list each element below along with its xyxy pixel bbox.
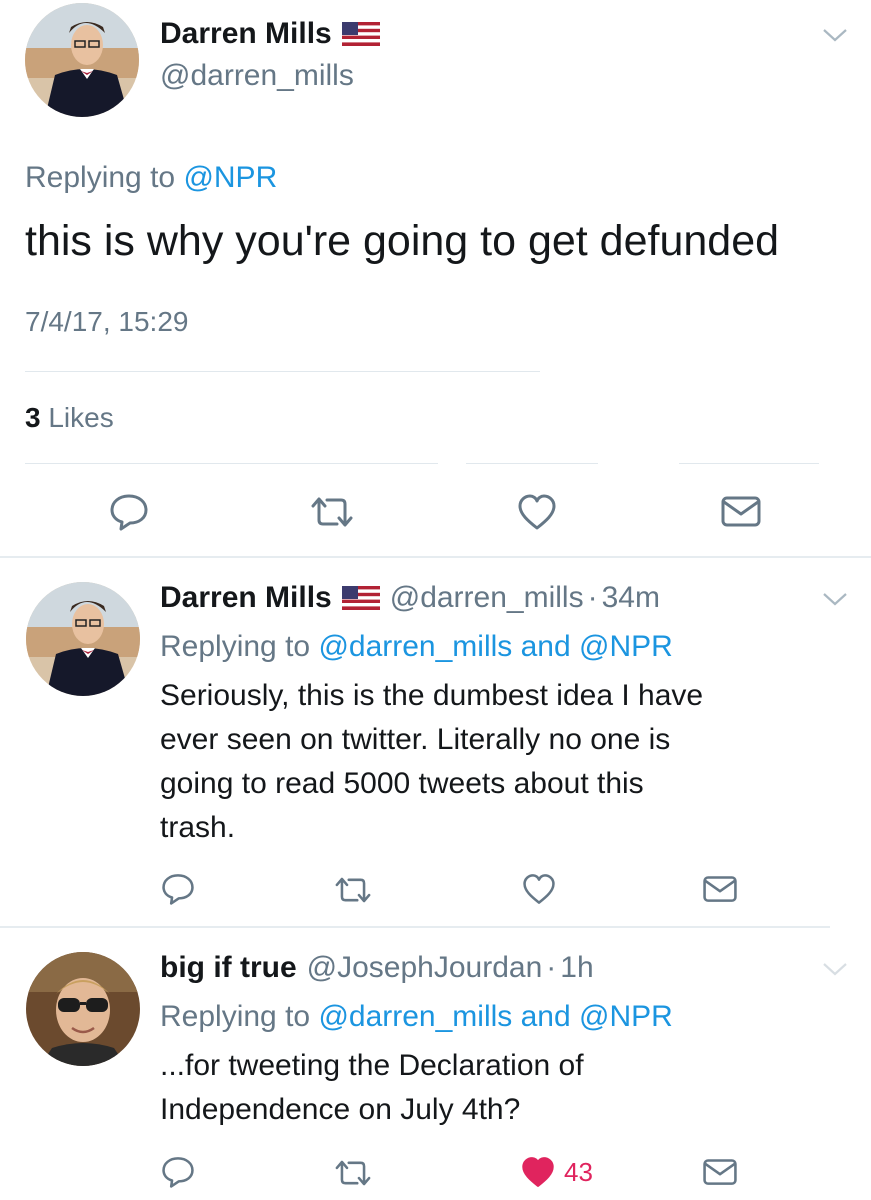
author-handle[interactable]: @darren_mills bbox=[160, 56, 354, 96]
divider bbox=[25, 371, 540, 372]
author-name[interactable]: Darren Mills bbox=[160, 581, 332, 615]
separator-dot: · bbox=[546, 951, 557, 984]
reply-text-line: going to read 5000 tweets about this bbox=[160, 767, 644, 800]
likes-count: 3 bbox=[25, 402, 41, 433]
avatar[interactable] bbox=[26, 582, 140, 696]
direct-message-icon[interactable] bbox=[720, 494, 762, 530]
replying-prefix: Replying to bbox=[160, 630, 311, 663]
reply-icon[interactable] bbox=[160, 1155, 196, 1189]
direct-message-icon[interactable] bbox=[702, 1157, 738, 1188]
replying-to-link[interactable]: @NPR bbox=[183, 161, 277, 194]
reply-icon[interactable] bbox=[108, 492, 150, 532]
like-icon[interactable] bbox=[516, 492, 558, 532]
like-button[interactable]: 43 bbox=[520, 1154, 593, 1190]
reply-text-line: trash. bbox=[160, 811, 236, 844]
replying-to-link[interactable]: @NPR bbox=[579, 630, 673, 663]
like-icon[interactable] bbox=[521, 872, 557, 906]
chevron-down-icon[interactable] bbox=[821, 960, 849, 978]
replying-to-link[interactable]: @darren_mills bbox=[318, 630, 512, 663]
avatar[interactable] bbox=[25, 3, 139, 117]
replying-to-line: Replying to @darren_mills and @NPR bbox=[160, 997, 673, 1037]
tweet-text: this is why you're going to get defunded bbox=[25, 217, 780, 265]
retweet-icon[interactable] bbox=[331, 873, 375, 907]
relative-time[interactable]: 34m bbox=[602, 581, 660, 615]
replying-to-link[interactable]: @darren_mills bbox=[318, 1000, 512, 1033]
separator-dot: · bbox=[587, 581, 598, 614]
author-name[interactable]: big if true bbox=[160, 951, 297, 985]
section-divider bbox=[0, 926, 830, 928]
us-flag-icon bbox=[341, 22, 380, 46]
chevron-down-icon[interactable] bbox=[821, 26, 849, 44]
reply-text-line: ...for tweeting the Declaration of bbox=[160, 1049, 584, 1082]
timestamp[interactable]: 7/4/17, 15:29 bbox=[25, 303, 188, 341]
replying-and: and bbox=[520, 630, 571, 663]
direct-message-icon[interactable] bbox=[702, 874, 738, 905]
section-divider bbox=[0, 556, 871, 558]
like-count: 43 bbox=[564, 1156, 593, 1187]
likes-label: Likes bbox=[48, 402, 114, 433]
divider bbox=[679, 463, 819, 464]
us-flag-icon bbox=[341, 586, 380, 610]
likes-stat[interactable]: 3 Likes bbox=[25, 398, 114, 438]
reply-header: big if true @JosephJourdan · 1h bbox=[160, 948, 594, 988]
retweet-icon[interactable] bbox=[331, 1156, 375, 1190]
author-handle[interactable]: @JosephJourdan bbox=[307, 951, 543, 985]
reply-text: Seriously, this is the dumbest idea I ha… bbox=[160, 674, 703, 850]
replying-prefix: Replying to bbox=[25, 161, 176, 194]
reply-text-line: ever seen on twitter. Literally no one i… bbox=[160, 723, 671, 756]
author-name[interactable]: Darren Mills bbox=[160, 17, 332, 51]
retweet-icon[interactable] bbox=[307, 492, 357, 532]
reply-header: Darren Mills @darren_mills · 34m bbox=[160, 578, 660, 618]
relative-time[interactable]: 1h bbox=[560, 951, 593, 985]
avatar[interactable] bbox=[26, 952, 140, 1066]
replying-prefix: Replying to bbox=[160, 1000, 311, 1033]
reply-text-line: Independence on July 4th? bbox=[160, 1093, 521, 1126]
replying-and: and bbox=[520, 1000, 571, 1033]
replying-to-line: Replying to @NPR bbox=[25, 158, 277, 198]
divider bbox=[25, 463, 438, 464]
reply-text-line: Seriously, this is the dumbest idea I ha… bbox=[160, 679, 704, 712]
replying-to-line: Replying to @darren_mills and @NPR bbox=[160, 627, 673, 667]
reply-text: ...for tweeting the Declaration of Indep… bbox=[160, 1044, 584, 1132]
replying-to-link[interactable]: @NPR bbox=[579, 1000, 673, 1033]
author-handle[interactable]: @darren_mills bbox=[390, 581, 584, 615]
chevron-down-icon[interactable] bbox=[821, 590, 849, 608]
divider bbox=[466, 463, 598, 464]
reply-icon[interactable] bbox=[160, 872, 196, 906]
heart-filled-icon bbox=[520, 1155, 556, 1189]
